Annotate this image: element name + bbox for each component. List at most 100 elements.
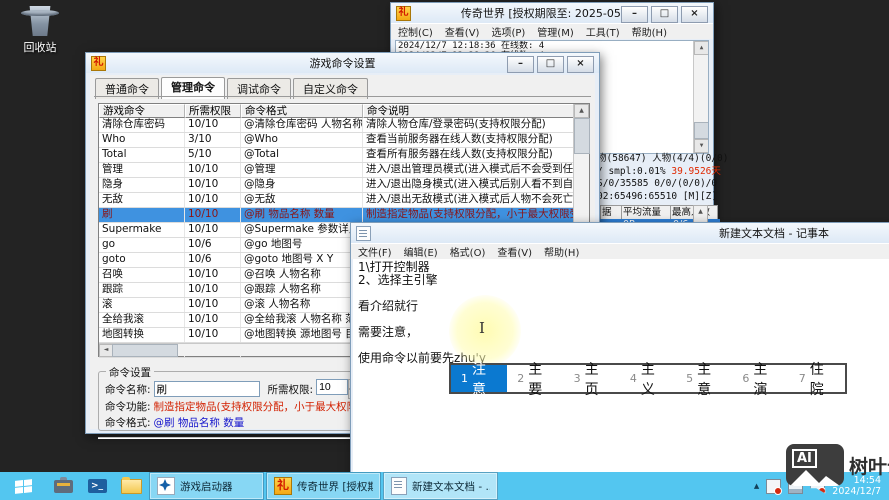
recycle-bin-icon[interactable]: 回收站 [8,6,72,55]
table-cell: @Total [241,148,363,162]
table-row[interactable]: 无敌10/10@无敌进入/退出无敌模式(进入模式后人物不会死亡)(支持权限 [99,193,589,208]
candidate-text: 住院 [810,359,835,399]
line-text: 2、选择主引擎 [358,273,438,287]
table-row[interactable]: 刷10/10@刷 物品名称 数量制造指定物品(支持权限分配，小于最大权限受允许、… [99,208,589,223]
table-header: 游戏命令所需权限命令格式命令说明 [99,104,589,118]
ime-candidate[interactable]: 3主页 [564,365,620,392]
candidate-text: 主页 [585,359,610,399]
minitable-header-cell[interactable]: 平均流量 [622,205,671,220]
ime-candidate[interactable]: 5主意 [676,365,732,392]
scroll-left-icon[interactable]: ◄ [99,344,113,357]
ibeam-cursor: I [479,319,485,337]
column-header[interactable]: 游戏命令 [99,104,185,118]
stat-line: S/0/35585 0/0/(0/0)/0 [597,178,709,191]
dialog-titlebar[interactable]: 游戏命令设置 礼 – □ × [86,53,599,73]
ime-candidate[interactable]: 1注意 [451,365,507,392]
taskbar-item-notepad[interactable]: 新建文本文档 - ... [383,472,498,500]
minitable-header-cell[interactable]: 据 [600,205,622,220]
table-row[interactable]: Total5/10@Total查看所有服务器在线人数(支持权限分配) [99,148,589,163]
table-row[interactable]: 清除仓库密码10/10@清除仓库密码 人物名称清除人物仓库/登录密码(支持权限分… [99,118,589,133]
notepad-menubar: 文件(F) 编辑(E) 格式(O) 查看(V) 帮助(H) [351,243,889,259]
column-header[interactable]: 命令格式 [241,104,363,118]
taskbar-item-legend[interactable]: 礼 传奇世界 [授权期... [266,472,381,500]
table-row[interactable]: 隐身10/10@隐身进入/退出隐身模式(进入模式后别人看不到自己)(支持权 [99,178,589,193]
action-center-icon[interactable] [766,479,781,494]
scroll-down-icon[interactable]: ▼ [694,139,709,153]
table-cell: 10/10 [185,313,241,327]
table-row[interactable]: 管理10/10@管理进入/退出管理员模式(进入模式后不会受到任何角色攻击 [99,163,589,178]
group-label: 命令设置 [106,365,154,380]
permission-label: 所需权限: [268,382,314,397]
menu-item[interactable]: 选项(P) [491,24,525,39]
table-cell: @Supermake 参数详见使用说明 [241,223,363,237]
ime-candidate[interactable]: 7住院 [789,365,845,392]
table-cell: Who [99,133,185,147]
file-explorer-button[interactable] [114,472,148,500]
ime-candidate[interactable]: 2主要 [507,365,563,392]
taskbar-item-launcher[interactable]: 游戏启动器 [149,472,264,500]
menu-item[interactable]: 查看(V) [497,244,532,259]
text-line: 看介绍就行 [358,300,889,313]
desktop: 回收站 传奇世界 [授权期限至: 2025-05-01] 礼 – □ × 控制(… [0,0,889,500]
stat-text: 物(58647) 人物(4/4)(0/0) [597,153,728,164]
powershell-button[interactable]: >_ [80,472,114,500]
column-header[interactable]: 所需权限 [185,104,241,118]
table-cell: @goto 地图号 X Y [241,253,363,267]
stat-text: S/0/35585 0/0/(0/0)/0 [597,178,717,189]
column-header[interactable]: 命令说明 [363,104,574,118]
scroll-up-icon[interactable]: ▲ [694,41,709,55]
notepad-app-icon [391,477,407,495]
table-cell: @go 地图号 [241,238,363,252]
menu-item[interactable]: 管理(M) [537,24,573,39]
permission-input[interactable] [316,379,348,395]
table-cell: 隐身 [99,178,185,192]
windows-logo-icon [15,479,32,494]
server-manager-button[interactable] [46,472,80,500]
menu-item[interactable]: 格式(O) [450,244,486,259]
notepad-titlebar[interactable]: 新建文本文档 - 记事本 [351,223,889,243]
start-button[interactable] [0,472,46,500]
line-text: 看介绍就行 [358,299,418,313]
folder-icon [121,479,142,494]
legend-app-icon: 礼 [91,56,106,71]
text-line: 2、选择主引擎 [358,274,889,287]
table-cell: @跟踪 人物名称 [241,283,363,297]
watermark-brand: 树叶云 [849,452,889,479]
table-cell: 进入/退出无敌模式(进入模式后人物不会死亡)(支持权限 [363,193,574,207]
minimize-button[interactable]: – [507,56,534,73]
menu-item[interactable]: 工具(T) [586,24,620,39]
close-button[interactable]: × [681,6,708,23]
line-text: 使用命令以前要先 [358,351,454,365]
maximize-button[interactable]: □ [651,6,678,23]
log-line: 2024/12/7 12:18:36 在线数: 4 [396,41,708,51]
close-button[interactable]: × [567,56,594,73]
tray-expand-icon[interactable]: ▲ [754,482,759,490]
command-name-input[interactable] [154,381,260,397]
menu-item[interactable]: 帮助(H) [632,24,667,39]
stat-line: / smpl:0.01% 39.9526天 [597,166,709,179]
candidate-text: 主要 [528,359,553,399]
scroll-thumb[interactable] [574,118,590,154]
table-row[interactable]: Who3/10@Who查看当前服务器在线人数(支持权限分配) [99,133,589,148]
table-cell: 10/6 [185,253,241,267]
table-cell: 查看当前服务器在线人数(支持权限分配) [363,133,574,147]
candidate-number: 2 [517,372,524,385]
ime-candidate[interactable]: 4主义 [620,365,676,392]
watermark: AI 树叶云 [786,444,889,486]
menu-item[interactable]: 控制(C) [398,24,433,39]
minimize-button[interactable]: – [621,6,648,23]
line-text: 1\打开控制器 [358,260,430,274]
scroll-up-icon[interactable]: ▲ [574,104,589,118]
server-window-titlebar[interactable]: 传奇世界 [授权期限至: 2025-05-01] 礼 – □ × [391,3,713,23]
ime-candidate[interactable]: 6主演 [732,365,788,392]
maximize-button[interactable]: □ [537,56,564,73]
menu-item[interactable]: 文件(F) [358,244,392,259]
menu-item[interactable]: 帮助(H) [544,244,579,259]
menu-item[interactable]: 编辑(E) [404,244,438,259]
scroll-thumb[interactable] [694,122,709,139]
table-cell: @清除仓库密码 人物名称 [241,118,363,132]
menu-item[interactable]: 查看(V) [445,24,480,39]
table-cell: 10/10 [185,178,241,192]
log-scrollbar[interactable]: ▲ ▼ [693,41,708,153]
scroll-thumb[interactable] [112,344,178,357]
